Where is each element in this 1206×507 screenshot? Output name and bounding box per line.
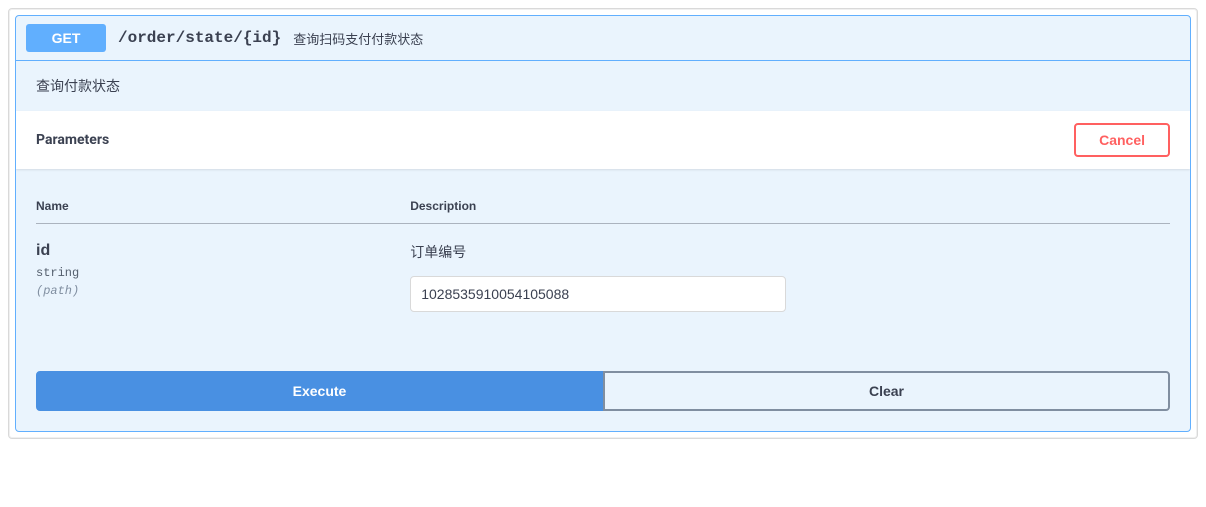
operation-summary-text: 查询扫码支付付款状态 <box>293 29 423 48</box>
http-method-badge: GET <box>26 24 106 52</box>
parameters-table: Name Description id string (path) 订单编号 <box>36 189 1170 336</box>
outer-frame: GET /order/state/{id} 查询扫码支付付款状态 查询付款状态 … <box>8 8 1198 439</box>
param-in: (path) <box>36 284 410 298</box>
param-value-input[interactable] <box>410 276 786 312</box>
operation-block: GET /order/state/{id} 查询扫码支付付款状态 查询付款状态 … <box>15 15 1191 432</box>
param-name: id <box>36 242 410 260</box>
param-description: 订单编号 <box>410 242 1170 262</box>
clear-button[interactable]: Clear <box>603 371 1170 411</box>
parameter-row: id string (path) 订单编号 <box>36 224 1170 337</box>
operation-summary[interactable]: GET /order/state/{id} 查询扫码支付付款状态 <box>16 16 1190 61</box>
cancel-button[interactable]: Cancel <box>1074 123 1170 157</box>
parameters-header: Parameters Cancel <box>16 111 1190 169</box>
execute-button[interactable]: Execute <box>36 371 603 411</box>
parameters-title: Parameters <box>36 132 109 148</box>
column-header-description: Description <box>410 189 1170 224</box>
param-type: string <box>36 266 410 280</box>
column-header-name: Name <box>36 189 410 224</box>
operation-description: 查询付款状态 <box>16 61 1190 111</box>
operation-path: /order/state/{id} <box>118 29 281 47</box>
action-buttons: Execute Clear <box>16 336 1190 431</box>
